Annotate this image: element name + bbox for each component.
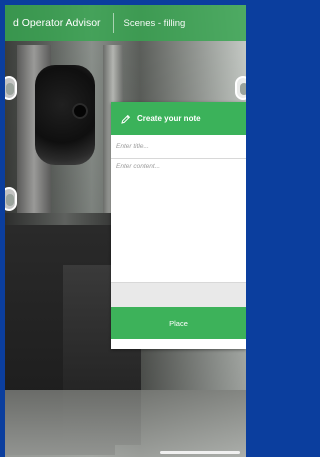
- app-title: d Operator Advisor: [13, 17, 101, 29]
- note-title-input[interactable]: [111, 135, 246, 159]
- note-panel-title: Create your note: [137, 114, 201, 123]
- ar-marker[interactable]: [235, 76, 246, 100]
- header-divider: [112, 13, 114, 33]
- note-panel-header: Create your note: [111, 102, 246, 135]
- place-button[interactable]: Place: [111, 307, 246, 339]
- floor: [5, 390, 246, 457]
- pencil-icon: [121, 114, 131, 124]
- create-note-panel: Create your note Place: [111, 102, 246, 349]
- note-content-input[interactable]: [111, 159, 246, 283]
- device-frame: d Operator Advisor Scenes - filling Crea…: [0, 0, 251, 457]
- scene-label[interactable]: Scenes - filling: [124, 18, 186, 29]
- note-spacer: [111, 283, 246, 307]
- ar-camera-view[interactable]: d Operator Advisor Scenes - filling Crea…: [5, 5, 246, 457]
- app-header: d Operator Advisor Scenes - filling: [5, 5, 246, 41]
- roller-hole: [72, 103, 88, 119]
- ar-marker[interactable]: [5, 187, 17, 211]
- home-indicator[interactable]: [160, 451, 240, 454]
- ar-marker[interactable]: [5, 76, 17, 100]
